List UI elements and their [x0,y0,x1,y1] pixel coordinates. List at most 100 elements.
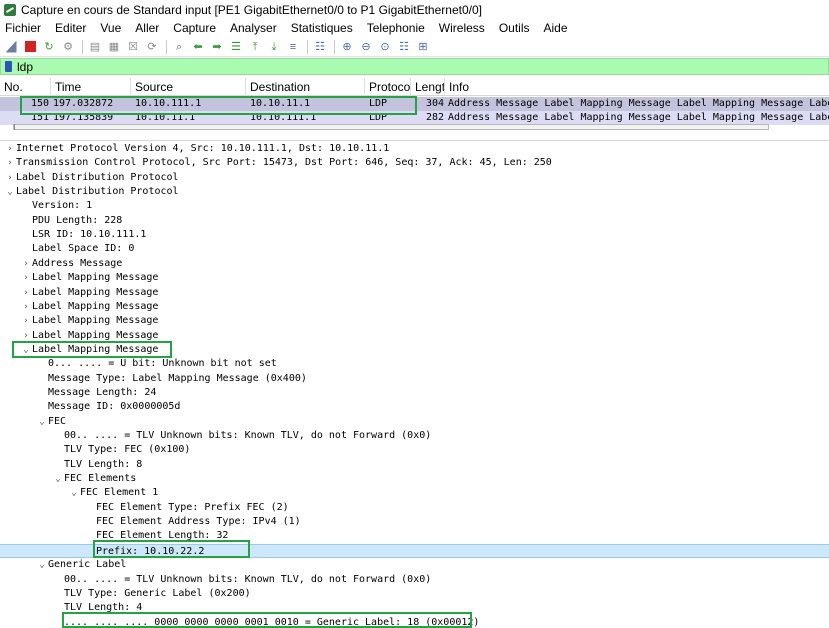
expand-arrow-icon[interactable]: › [20,300,32,314]
menu-aide[interactable]: Aide [544,21,568,35]
detail-tree-row[interactable]: 00.. .... = TLV Unknown bits: Known TLV,… [0,429,829,443]
column-header-info[interactable]: Info [445,78,829,96]
reload-icon[interactable]: ⟳ [145,40,159,54]
zoom-out-icon[interactable]: ⊖ [359,40,373,54]
detail-tree-row[interactable]: 0... .... = U bit: Unknown bit not set [0,357,829,371]
save-file-icon[interactable]: ▦ [107,40,121,54]
expand-arrow-icon[interactable]: › [4,156,16,170]
zoom-in-icon[interactable]: ⊕ [340,40,354,54]
bookmark-icon[interactable] [5,61,12,72]
detail-tree-row[interactable]: › Label Mapping Message [0,314,829,328]
packet-details-tree: › Internet Protocol Version 4, Src: 10.10… [0,140,829,628]
detail-tree-row[interactable]: ⌄ FEC Elements [0,472,829,486]
column-header-source[interactable]: Source [131,78,246,96]
collapse-arrow-icon[interactable]: ⌄ [52,472,64,486]
detail-tree-row[interactable]: TLV Type: Generic Label (0x200) [0,587,829,601]
detail-tree-row[interactable]: Message Length: 24 [0,386,829,400]
packet-list-horizontal-scrollbar[interactable] [13,124,769,130]
menu-telephonie[interactable]: Telephonie [367,21,425,35]
close-file-icon[interactable]: ☒ [126,40,140,54]
collapse-arrow-icon[interactable]: ⌄ [68,486,80,500]
detail-tree-row[interactable]: LSR ID: 10.10.111.1 [0,228,829,242]
detail-tree-row[interactable]: FEC Element Address Type: IPv4 (1) [0,515,829,529]
go-back-icon[interactable]: ⬅ [191,40,205,54]
go-last-icon[interactable]: ⤓ [267,40,281,54]
detail-tree-row-text: FEC Element Length: 32 [96,530,229,542]
options-gear-icon[interactable]: ⚙ [61,40,75,54]
detail-tree-row[interactable]: › Label Distribution Protocol [0,171,829,185]
collapse-arrow-icon[interactable]: ⌄ [20,343,32,357]
detail-tree-row[interactable]: PDU Length: 228 [0,214,829,228]
menu-aller[interactable]: Aller [135,21,159,35]
detail-tree-row[interactable]: TLV Length: 8 [0,458,829,472]
column-header-no[interactable]: No. [0,78,51,96]
layout-icon[interactable]: ⊞ [416,40,430,54]
menu-vue[interactable]: Vue [100,21,121,35]
resize-columns-icon[interactable]: ☷ [397,40,411,54]
collapse-arrow-icon[interactable]: ⌄ [36,415,48,429]
menu-fichier[interactable]: Fichier [5,21,41,35]
expand-arrow-icon[interactable]: › [20,257,32,271]
detail-tree-row[interactable]: 00.. .... = TLV Unknown bits: Known TLV,… [0,573,829,587]
packet-row[interactable]: 150 197.032872 10.10.111.1 10.10.11.1 LD… [0,97,829,111]
menu-wireless[interactable]: Wireless [439,21,485,35]
packet-destination: 10.10.11.1 [250,98,311,109]
go-to-packet-icon[interactable]: ☰ [229,40,243,54]
detail-tree-row[interactable]: Message Type: Label Mapping Message (0x4… [0,372,829,386]
detail-tree-row[interactable]: FEC Element Length: 32 [0,529,829,543]
detail-tree-row[interactable]: › Internet Protocol Version 4, Src: 10.10… [0,142,829,156]
stop-icon[interactable] [23,40,37,54]
collapse-arrow-icon[interactable]: ⌄ [36,558,48,572]
packet-protocol: LDP [369,112,388,123]
find-icon[interactable]: ⌕ [172,40,186,54]
packet-no: 151 [30,112,49,123]
detail-tree-row[interactable]: Prefix: 10.10.22.2 [0,543,829,558]
column-header-destination[interactable]: Destination [246,78,365,96]
restart-icon[interactable]: ↻ [42,40,56,54]
packet-row[interactable]: 151 197.135839 10.10.11.1 10.10.111.1 LD… [0,111,829,125]
detail-tree-row[interactable]: › Label Mapping Message [0,271,829,285]
menu-analyser[interactable]: Analyser [230,21,277,35]
detail-tree-row[interactable]: ⌄ Generic Label [0,558,829,572]
expand-arrow-icon[interactable]: › [20,329,32,343]
detail-tree-row[interactable]: › Label Mapping Message [0,286,829,300]
column-header-length[interactable]: Lengtl [411,78,445,96]
detail-tree-row[interactable]: FEC Element Type: Prefix FEC (2) [0,501,829,515]
menu-statistiques[interactable]: Statistiques [291,21,353,35]
menu-outils[interactable]: Outils [499,21,530,35]
menu-editer[interactable]: Editer [55,21,86,35]
detail-tree-row[interactable]: › Label Mapping Message [0,329,829,343]
menu-capture[interactable]: Capture [173,21,216,35]
detail-tree-row[interactable]: Version: 1 [0,199,829,213]
detail-tree-row[interactable]: TLV Length: 4 [0,601,829,615]
open-file-icon[interactable]: ▤ [88,40,102,54]
column-header-protocol[interactable]: Protocol [365,78,411,96]
expand-arrow-icon[interactable]: › [20,271,32,285]
detail-tree-row[interactable]: .... .... .... 0000 0000 0000 0001 0010 … [0,616,829,628]
expand-arrow-icon[interactable]: › [20,314,32,328]
expand-arrow-icon[interactable]: › [20,286,32,300]
display-filter-input[interactable] [17,59,807,74]
shark-fin-icon[interactable] [4,40,18,54]
go-forward-icon[interactable]: ➡ [210,40,224,54]
detail-tree-row[interactable]: › Address Message [0,257,829,271]
expand-arrow-icon[interactable]: › [4,142,16,156]
detail-tree-row[interactable]: › Label Mapping Message [0,300,829,314]
detail-tree-row[interactable]: TLV Type: FEC (0x100) [0,443,829,457]
packet-time: 197.032872 [53,98,114,109]
detail-tree-row[interactable]: Label Space ID: 0 [0,242,829,256]
collapse-arrow-icon[interactable]: ⌄ [4,185,16,199]
detail-tree-row[interactable]: ⌄ Label Distribution Protocol [0,185,829,199]
zoom-normal-icon[interactable]: ⊙ [378,40,392,54]
expand-arrow-icon[interactable]: › [4,171,16,185]
go-first-icon[interactable]: ⤒ [248,40,262,54]
detail-tree-row-text: Label Distribution Protocol [16,186,179,198]
detail-tree-row[interactable]: › Transmission Control Protocol, Src Port… [0,156,829,170]
autoscroll-icon[interactable]: ≡ [286,40,300,54]
detail-tree-row[interactable]: ⌄ FEC [0,415,829,429]
column-header-time[interactable]: Time [51,78,131,96]
detail-tree-row[interactable]: ⌄ FEC Element 1 [0,486,829,500]
colorize-icon[interactable]: ☷ [313,40,327,54]
detail-tree-row[interactable]: Message ID: 0x0000005d [0,400,829,414]
detail-tree-row[interactable]: ⌄ Label Mapping Message [0,343,829,357]
